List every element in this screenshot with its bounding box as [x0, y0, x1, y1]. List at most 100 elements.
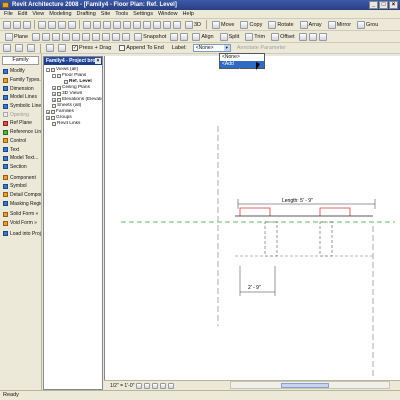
dimension-tool-icon[interactable] — [153, 20, 161, 29]
model-graphics-style-icon[interactable] — [144, 382, 151, 389]
trim-button[interactable]: Trim — [243, 32, 267, 42]
dropdown-option-none[interactable]: <None> — [220, 54, 264, 61]
scale-icon[interactable] — [170, 32, 179, 41]
grid-icon[interactable] — [32, 32, 41, 41]
zoom-icon[interactable] — [103, 20, 111, 29]
mirror-button[interactable]: Mirror — [326, 20, 353, 30]
save-icon[interactable] — [23, 20, 31, 29]
label-select[interactable]: <None> ▼ — [192, 44, 231, 52]
red-profile-right[interactable] — [319, 207, 351, 216]
red-profile-left[interactable] — [239, 207, 271, 216]
design-tool-masking-region[interactable]: Masking Region — [0, 199, 41, 208]
append-to-end-checkbox[interactable]: Append To End — [117, 43, 166, 53]
temporary-hide-isolate-icon[interactable] — [168, 382, 175, 389]
rotate-button[interactable]: Rotate — [266, 20, 295, 30]
design-tool-load-into-project[interactable]: Load into Project — [0, 229, 41, 238]
design-tool-dimension[interactable]: Dimension — [0, 84, 41, 93]
shadows-icon[interactable] — [152, 382, 159, 389]
visibility-graphics-icon[interactable] — [102, 32, 111, 41]
design-tool-ref-plane[interactable]: Ref Plane — [0, 119, 41, 128]
resize-icon[interactable] — [180, 32, 189, 41]
list-icon[interactable] — [308, 32, 317, 41]
redo-icon[interactable] — [93, 20, 101, 29]
pick-icon[interactable] — [27, 44, 35, 52]
cut-geometry-icon[interactable] — [92, 32, 101, 41]
measure-icon[interactable] — [133, 20, 141, 29]
tag-icon[interactable] — [143, 20, 151, 29]
copy-icon[interactable] — [58, 20, 66, 29]
design-tool-solid-form[interactable]: Solid Form » — [0, 210, 41, 219]
expand-icon[interactable]: + — [46, 110, 50, 115]
expand-icon[interactable]: + — [52, 86, 56, 91]
new-icon[interactable] — [3, 20, 11, 29]
horizontal-scrollbar[interactable] — [230, 381, 390, 389]
design-tool-control[interactable]: Control — [0, 137, 41, 146]
unpin-icon[interactable] — [52, 32, 61, 41]
collapse-icon[interactable]: - — [46, 68, 50, 73]
menu-settings[interactable]: Settings — [133, 11, 153, 17]
crop-region-icon[interactable] — [160, 382, 167, 389]
section-box-icon[interactable] — [113, 20, 121, 29]
camera-icon[interactable] — [173, 20, 181, 29]
pick-lines-icon[interactable] — [58, 44, 66, 52]
properties-icon[interactable] — [3, 44, 11, 52]
3d-view-button[interactable]: 3D — [183, 20, 203, 30]
group-button[interactable]: Grou — [355, 20, 380, 30]
close-icon[interactable]: × — [95, 58, 101, 64]
design-tool-model-lines[interactable]: Model Lines — [0, 93, 41, 102]
thin-lines-icon[interactable] — [123, 20, 131, 29]
press-drag-checkbox[interactable]: ✓ Press + Drag — [70, 43, 113, 53]
scrollbar-thumb[interactable] — [281, 383, 329, 388]
snapshot-button[interactable]: Snapshot — [132, 32, 168, 42]
design-tool-section[interactable]: Section — [0, 163, 41, 172]
visibility-icon[interactable] — [163, 20, 171, 29]
expand-icon[interactable]: + — [52, 92, 56, 97]
design-tool-opening[interactable]: Opening — [0, 110, 41, 119]
design-tool-reference-line[interactable]: Reference Line — [0, 128, 41, 137]
menu-drafting[interactable]: Drafting — [77, 11, 96, 17]
match-icon[interactable] — [318, 32, 327, 41]
close-icon[interactable]: × — [389, 1, 398, 9]
temporary-hide-icon[interactable] — [122, 32, 131, 41]
menu-tools[interactable]: Tools — [115, 11, 128, 17]
design-tool-void-form[interactable]: Void Form » — [0, 219, 41, 228]
menu-view[interactable]: View — [32, 11, 44, 17]
menu-file[interactable]: File — [4, 11, 13, 17]
menu-edit[interactable]: Edit — [18, 11, 27, 17]
hidden-rect-right[interactable] — [319, 221, 333, 257]
offset-button[interactable]: Offset — [269, 32, 297, 42]
pin-icon[interactable] — [42, 32, 51, 41]
detail-level-icon[interactable] — [136, 382, 143, 389]
menu-site[interactable]: Site — [101, 11, 110, 17]
drawing-area[interactable]: Length: 5' - 9" 2' - 9" — [104, 56, 400, 380]
design-tool-symbol[interactable]: Symbol — [0, 182, 41, 191]
design-tool-model-text[interactable]: Model Text... — [0, 154, 41, 163]
work-plane-button[interactable]: Plane — [3, 32, 30, 42]
design-tool-symbolic-lines[interactable]: Symbolic Lines — [0, 102, 41, 111]
minimize-icon[interactable]: _ — [369, 1, 378, 9]
move-button[interactable]: Move — [210, 20, 236, 30]
dimension-label-lower[interactable]: 2' - 9" — [248, 285, 261, 291]
design-tool-text[interactable]: Text — [0, 145, 41, 154]
hidden-rect-left[interactable] — [264, 221, 278, 257]
menu-window[interactable]: Window — [158, 11, 178, 17]
design-tool-component[interactable]: Component — [0, 173, 41, 182]
collapse-icon[interactable]: - — [52, 74, 56, 79]
expand-icon[interactable]: + — [46, 116, 50, 121]
delete-icon[interactable] — [298, 32, 307, 41]
family-tab[interactable]: Family — [2, 56, 39, 65]
open-icon[interactable] — [13, 20, 21, 29]
print-icon[interactable] — [38, 20, 46, 29]
array-button[interactable]: Array — [298, 20, 324, 30]
menu-help[interactable]: Help — [183, 11, 194, 17]
linework-icon[interactable] — [62, 32, 71, 41]
design-tool-detail-component[interactable]: Detail Component — [0, 191, 41, 200]
browser-node[interactable]: Revit Links — [44, 121, 102, 127]
design-tool-modify[interactable]: Modify — [0, 67, 41, 76]
design-tool-family-types[interactable]: Family Types... — [0, 76, 41, 85]
split-button[interactable]: Split — [218, 32, 242, 42]
undo-icon[interactable] — [83, 20, 91, 29]
copy-button[interactable]: Copy — [238, 20, 264, 30]
view-scale[interactable]: 1/2" = 1'-0" — [110, 383, 134, 389]
dimension-label-upper[interactable]: Length: 5' - 9" — [282, 198, 313, 204]
